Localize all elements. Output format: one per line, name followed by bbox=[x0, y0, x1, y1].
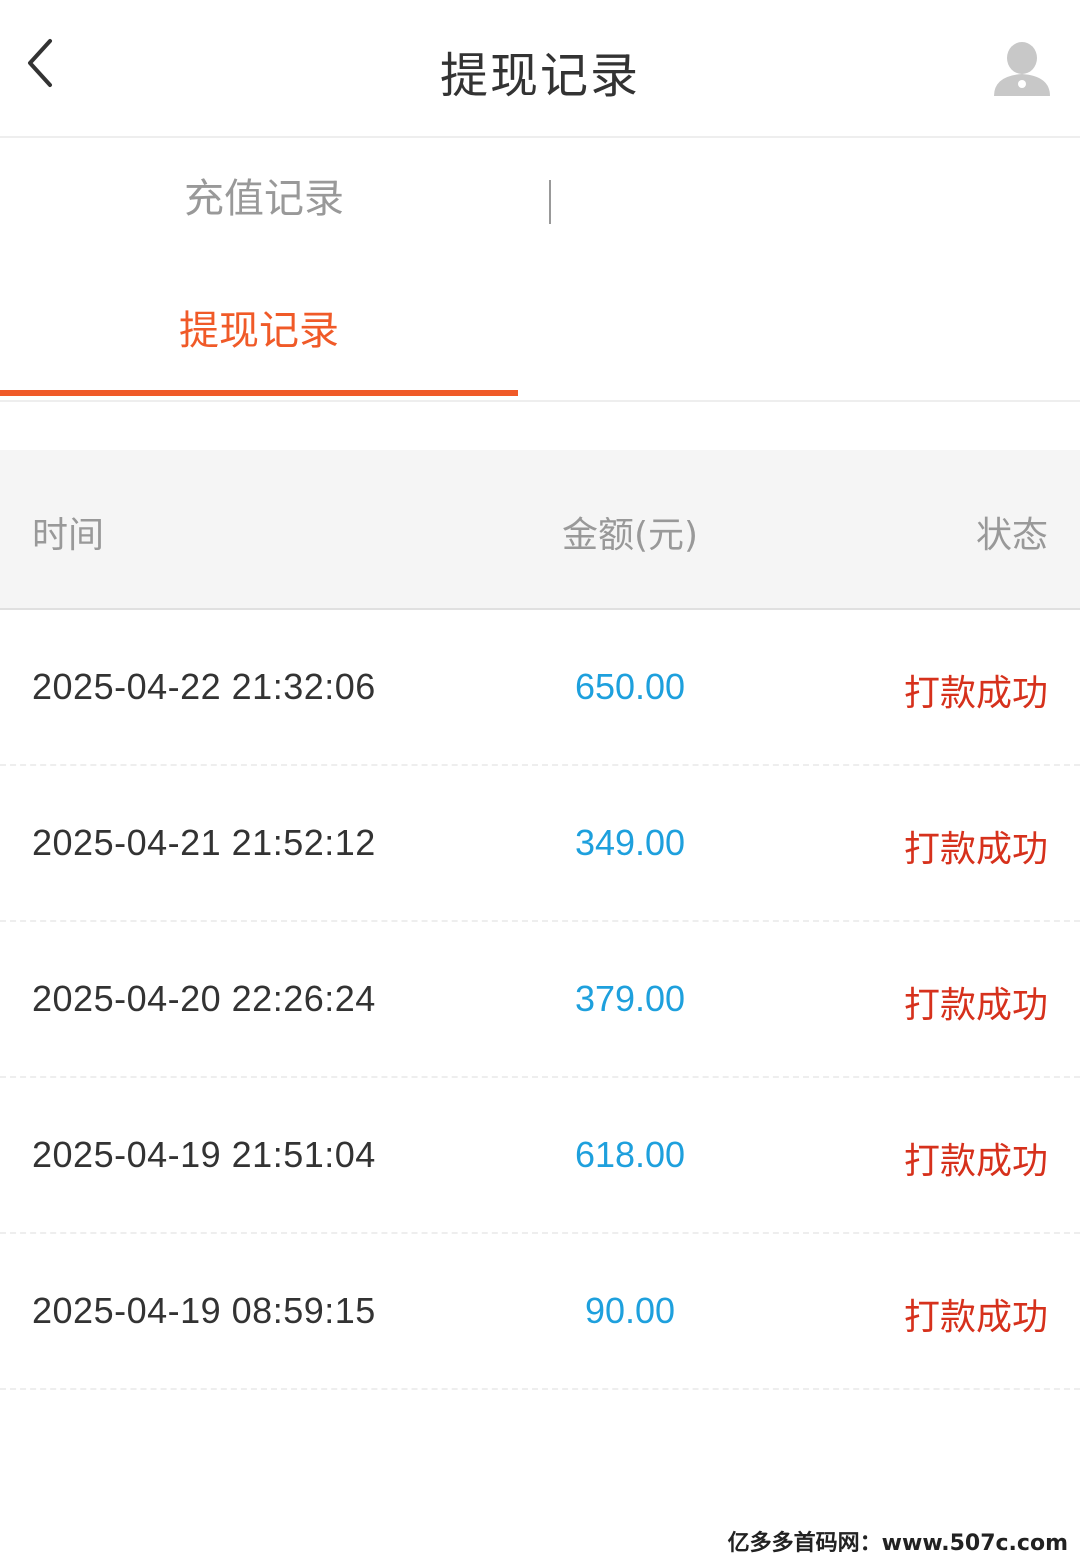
row-amount: 349.00 bbox=[574, 822, 686, 863]
row-status: 打款成功 bbox=[903, 1297, 1048, 1338]
tab-divider bbox=[549, 180, 551, 224]
column-header-amount: 金额(元) bbox=[561, 515, 699, 556]
tab-withdraw-records[interactable]: 提现记录 bbox=[0, 298, 518, 356]
user-icon bbox=[994, 42, 1050, 96]
table-row: 2025-04-19 21:51:04 618.00 打款成功 bbox=[0, 1078, 1080, 1234]
table-row: 2025-04-22 21:32:06 650.00 打款成功 bbox=[0, 610, 1080, 766]
row-status: 打款成功 bbox=[903, 985, 1048, 1026]
page-title: 提现记录 bbox=[439, 48, 640, 104]
row-time: 2025-04-19 21:51:04 bbox=[32, 1134, 376, 1175]
table-header: 时间 金额(元) 状态 bbox=[0, 450, 1080, 610]
active-tab-indicator bbox=[0, 390, 518, 396]
row-time: 2025-04-19 08:59:15 bbox=[32, 1290, 376, 1331]
user-profile-button[interactable] bbox=[992, 40, 1052, 100]
row-amount: 90.00 bbox=[584, 1290, 676, 1331]
row-status: 打款成功 bbox=[903, 1141, 1048, 1182]
tab-recharge-records[interactable]: 充值记录 bbox=[0, 166, 528, 224]
row-status: 打款成功 bbox=[903, 829, 1048, 870]
row-time: 2025-04-21 21:52:12 bbox=[32, 822, 376, 863]
row-time: 2025-04-22 21:32:06 bbox=[32, 666, 376, 707]
row-amount: 650.00 bbox=[574, 666, 686, 707]
column-header-status: 状态 bbox=[975, 515, 1048, 556]
record-tabs: 充值记录 提现记录 bbox=[0, 140, 1080, 402]
watermark-text: 亿多多首码网：www.507c.com bbox=[727, 1531, 1068, 1556]
row-time: 2025-04-20 22:26:24 bbox=[32, 978, 376, 1019]
top-nav-bar: 提现记录 bbox=[0, 0, 1080, 138]
row-amount: 379.00 bbox=[574, 978, 686, 1019]
withdraw-record-list: 2025-04-22 21:32:06 650.00 打款成功 2025-04-… bbox=[0, 610, 1080, 1390]
column-header-time: 时间 bbox=[32, 515, 105, 556]
table-row: 2025-04-20 22:26:24 379.00 打款成功 bbox=[0, 922, 1080, 1078]
table-row: 2025-04-21 21:52:12 349.00 打款成功 bbox=[0, 766, 1080, 922]
table-row: 2025-04-19 08:59:15 90.00 打款成功 bbox=[0, 1234, 1080, 1390]
row-status: 打款成功 bbox=[903, 673, 1048, 714]
row-amount: 618.00 bbox=[574, 1134, 686, 1175]
